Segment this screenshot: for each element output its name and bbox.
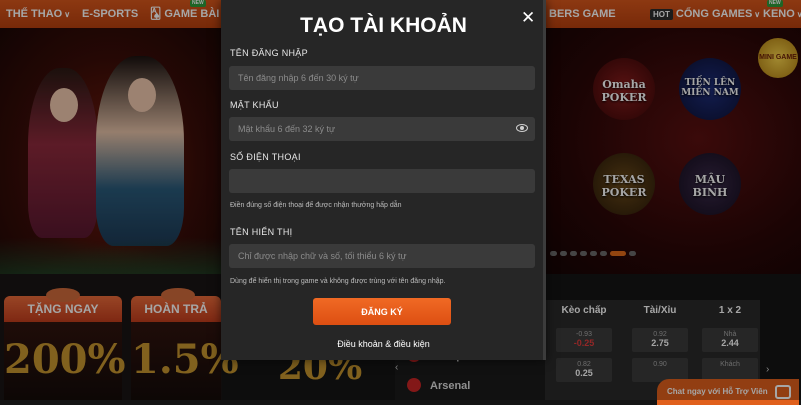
phone-hint: Điền đúng số điện thoại để được nhận thư… bbox=[230, 202, 402, 209]
eye-icon[interactable] bbox=[516, 124, 528, 132]
password-label: MẬT KHẨU bbox=[230, 100, 279, 110]
username-input[interactable] bbox=[229, 66, 535, 90]
modal-scrollbar[interactable] bbox=[543, 0, 546, 360]
display-name-hint: Dùng để hiển thị trong game và không đượ… bbox=[230, 278, 446, 285]
username-label: TÊN ĐĂNG NHẬP bbox=[230, 48, 308, 58]
display-name-input[interactable] bbox=[229, 244, 535, 268]
password-input[interactable] bbox=[229, 117, 535, 141]
phone-input[interactable] bbox=[229, 169, 535, 193]
close-icon[interactable]: ✕ bbox=[521, 9, 535, 26]
terms-link[interactable]: Điều khoản & điều kiện bbox=[221, 339, 546, 349]
display-name-label: TÊN HIỂN THỊ bbox=[230, 227, 293, 237]
register-modal: TẠO TÀI KHOẢN ✕ TÊN ĐĂNG NHẬP MẬT KHẨU S… bbox=[221, 0, 546, 360]
modal-title: TẠO TÀI KHOẢN bbox=[300, 14, 467, 37]
register-button[interactable]: ĐĂNG KÝ bbox=[313, 298, 451, 325]
phone-label: SỐ ĐIỆN THOẠI bbox=[230, 152, 301, 162]
